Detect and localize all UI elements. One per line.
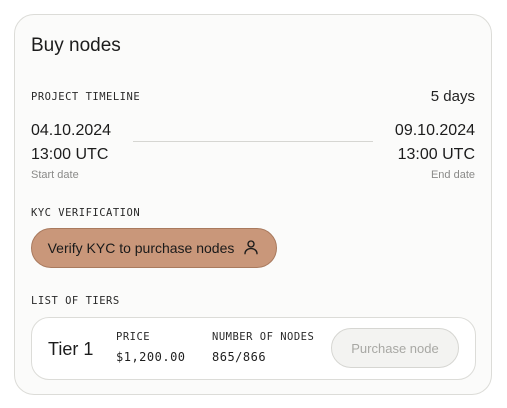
- end-date: 09.10.2024: [394, 122, 475, 139]
- purchase-node-button[interactable]: Purchase node: [331, 328, 459, 368]
- number-of-nodes-label: NUMBER OF NODES: [212, 331, 315, 343]
- end-date-caption: End date: [430, 169, 475, 181]
- project-timeline-label: PROJECT TIMELINE: [31, 91, 141, 103]
- price-value: $1,200.00: [116, 350, 186, 364]
- start-time: 13:00 UTC: [31, 146, 109, 163]
- tier-name: Tier 1: [48, 339, 94, 359]
- timeline-duration: 5 days: [430, 88, 475, 105]
- price-label: PRICE: [116, 331, 151, 343]
- verify-kyc-button-label: Verify KYC to purchase nodes: [47, 240, 235, 256]
- buy-nodes-card: Buy nodes PROJECT TIMELINE 5 days 04.10.…: [14, 14, 492, 395]
- list-of-tiers-label: LIST OF TIERS: [31, 295, 120, 307]
- end-time: 13:00 UTC: [397, 146, 475, 163]
- number-of-nodes-value: 865/866: [212, 350, 267, 364]
- start-date: 04.10.2024: [31, 122, 112, 139]
- end-date-block: 09.10.2024 13:00 UTC End date: [395, 119, 475, 183]
- start-date-caption: Start date: [31, 169, 79, 181]
- verify-kyc-button[interactable]: Verify KYC to purchase nodes: [31, 228, 277, 268]
- kyc-verification-label: KYC VERIFICATION: [31, 207, 141, 219]
- start-date-block: 04.10.2024 13:00 UTC Start date: [31, 119, 111, 183]
- timeline-divider: [133, 141, 373, 142]
- tier-card: Tier 1 PRICE $1,200.00 NUMBER OF NODES 8…: [31, 317, 476, 380]
- card-title: Buy nodes: [31, 35, 121, 56]
- user-icon: [242, 238, 260, 259]
